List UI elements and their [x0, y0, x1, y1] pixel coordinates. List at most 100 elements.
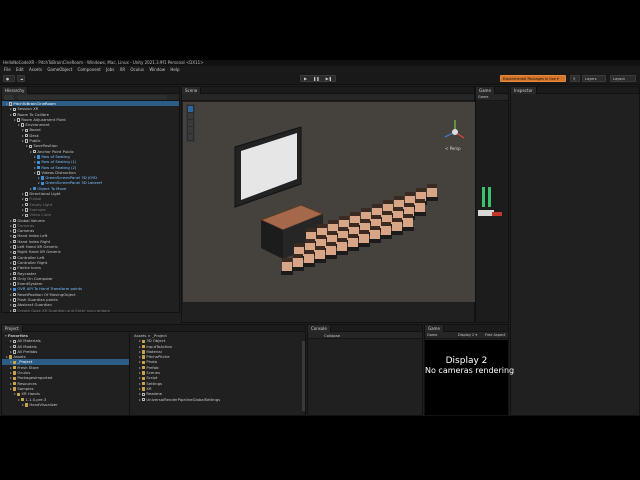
audience-hair	[293, 254, 303, 258]
tab-scene[interactable]: Scene	[182, 87, 202, 94]
hierarchy-row[interactable]: ▸ Create Gaze XR Guardian and Enter non-r…	[2, 308, 179, 313]
account-icon: ●	[6, 77, 10, 81]
audience-hair	[326, 242, 336, 246]
gameobject-icon	[13, 240, 17, 244]
hierarchy-search-input[interactable]	[17, 95, 167, 100]
audience-hair	[394, 196, 404, 200]
tab-game[interactable]: Game	[425, 325, 444, 332]
menu-assets[interactable]: Assets	[29, 66, 42, 73]
menu-help[interactable]: Help	[170, 66, 179, 73]
menu-xr[interactable]: XR	[120, 66, 126, 73]
menu-component[interactable]: Component	[78, 66, 101, 73]
pause-icon[interactable]: ❚❚	[313, 76, 320, 81]
aspect-dropdown[interactable]: Free Aspect	[485, 332, 505, 339]
audience-hair	[317, 224, 327, 228]
gameobject-icon	[33, 149, 37, 154]
project-item[interactable]: ▸ UniversalRenderPipelineGlobalSettings	[131, 397, 306, 402]
project-item-label: Readme	[146, 391, 162, 397]
audience-seat	[314, 259, 326, 263]
gameobject-icon	[21, 123, 25, 127]
folder-icon	[13, 387, 17, 391]
audience-hair	[304, 250, 314, 254]
audience-hair	[371, 215, 381, 219]
gameobject-icon	[13, 282, 17, 286]
menu-jobs[interactable]: Jobs	[106, 66, 114, 73]
game-label[interactable]: Game	[427, 332, 437, 339]
experimental-packages-button[interactable]: Experimental Packages In Use ▾	[500, 75, 566, 82]
gameobject-icon	[13, 112, 17, 117]
project-item-label: Prefab	[146, 364, 159, 370]
tab-hierarchy[interactable]: Hierarchy	[2, 87, 29, 94]
folder-icon	[142, 381, 146, 386]
hierarchy-row-label: Environment	[25, 122, 50, 128]
menu-oculus[interactable]: Oculus	[130, 66, 144, 73]
audience-hair	[315, 246, 325, 250]
project-item-label: 3D Object	[146, 338, 166, 344]
hierarchy-row-label: EventSystem	[17, 281, 43, 287]
hierarchy-row-label: Controller Right	[17, 259, 48, 265]
audience-seat	[347, 247, 359, 251]
display-text: Display 2	[445, 356, 488, 366]
rect-tool-icon[interactable]	[188, 134, 193, 140]
folder-icon	[142, 360, 146, 365]
project-folder[interactable]: ▸ HandVisualizer	[2, 402, 129, 407]
no-camera-text: No cameras rendering	[425, 366, 515, 375]
add-button[interactable]	[4, 95, 14, 100]
hierarchy-row-label: Fleche Icons	[17, 265, 41, 271]
audience-seat	[380, 235, 392, 239]
menu-window[interactable]: Window	[149, 66, 165, 73]
audience-hair	[361, 208, 371, 212]
project-item-label: Script	[146, 375, 158, 381]
layers-dropdown[interactable]: Layers	[582, 75, 606, 82]
hierarchy-row-label: Raycaster	[17, 270, 37, 276]
tab-project[interactable]: Project	[2, 325, 23, 332]
project-folder-label: Fresh Store	[17, 364, 39, 370]
favorites-item-label: All Models	[17, 343, 37, 349]
scene-viewport[interactable]: < Persp	[183, 102, 475, 302]
gameobject-icon	[13, 292, 17, 297]
play-icon[interactable]: ▶	[304, 76, 307, 81]
tab-inspector[interactable]: Inspector	[511, 87, 537, 94]
folder-icon	[25, 403, 29, 407]
folder-icon	[142, 366, 146, 370]
hierarchy-row-label: Right Hand XR Generic	[17, 249, 61, 255]
project-panel: Project ▾Favorites ▸ All Materials ▸ All Mo…	[1, 324, 306, 416]
audience-seat	[414, 212, 426, 216]
hierarchy-row-label: Row of Seating	[41, 153, 70, 159]
tab-console[interactable]: Console	[308, 325, 331, 332]
hierarchy-row-label: OVR API To Hand Transform points	[17, 286, 83, 292]
project-folder-label: XR Hands	[21, 391, 40, 397]
move-tool-icon[interactable]	[188, 113, 193, 119]
audience-hair	[294, 243, 304, 247]
hierarchy-panel: Hierarchy ▸ PitchToBrainCineRoom ▸ Session …	[1, 86, 180, 313]
audience-hair	[403, 214, 413, 218]
hierarchy-row-label: Left Hand XR Generic	[17, 244, 59, 250]
tab-game-top[interactable]: Game	[476, 87, 495, 94]
cloud-button[interactable]: ☁	[17, 75, 25, 82]
audience-seat	[336, 251, 348, 255]
hand-tool-icon[interactable]	[188, 106, 193, 112]
scene-gizmo[interactable]	[444, 120, 465, 139]
persp-label[interactable]: < Persp	[445, 146, 461, 151]
project-folder-label: Samples	[17, 385, 34, 391]
menu-gameobject[interactable]: GameObject	[47, 66, 72, 73]
collapse-button[interactable]: Collapse	[324, 332, 340, 339]
gameobject-icon	[25, 134, 29, 138]
hierarchy-row-label: Video Cube	[29, 212, 52, 218]
menu-edit[interactable]: Edit	[16, 66, 24, 73]
menu-file[interactable]: File	[4, 66, 11, 73]
controller-preview	[478, 187, 502, 216]
account-button[interactable]: ●	[3, 75, 15, 82]
step-icon[interactable]: ▶❚	[326, 76, 332, 81]
project-scrollbar[interactable]	[302, 341, 305, 411]
gameobject-icon	[25, 192, 29, 196]
rotate-tool-icon[interactable]	[188, 120, 193, 126]
gameobject-icon	[13, 234, 17, 239]
scale-tool-icon[interactable]	[188, 127, 193, 133]
project-folder-label: 1.1.0-pre.3	[25, 396, 47, 402]
display-dropdown[interactable]: Display 2 ▾	[458, 332, 477, 339]
folder-icon	[9, 355, 13, 359]
folder-icon	[13, 381, 17, 386]
search-button[interactable]: ⚲	[570, 75, 580, 82]
layout-dropdown[interactable]: Layout	[610, 75, 636, 82]
